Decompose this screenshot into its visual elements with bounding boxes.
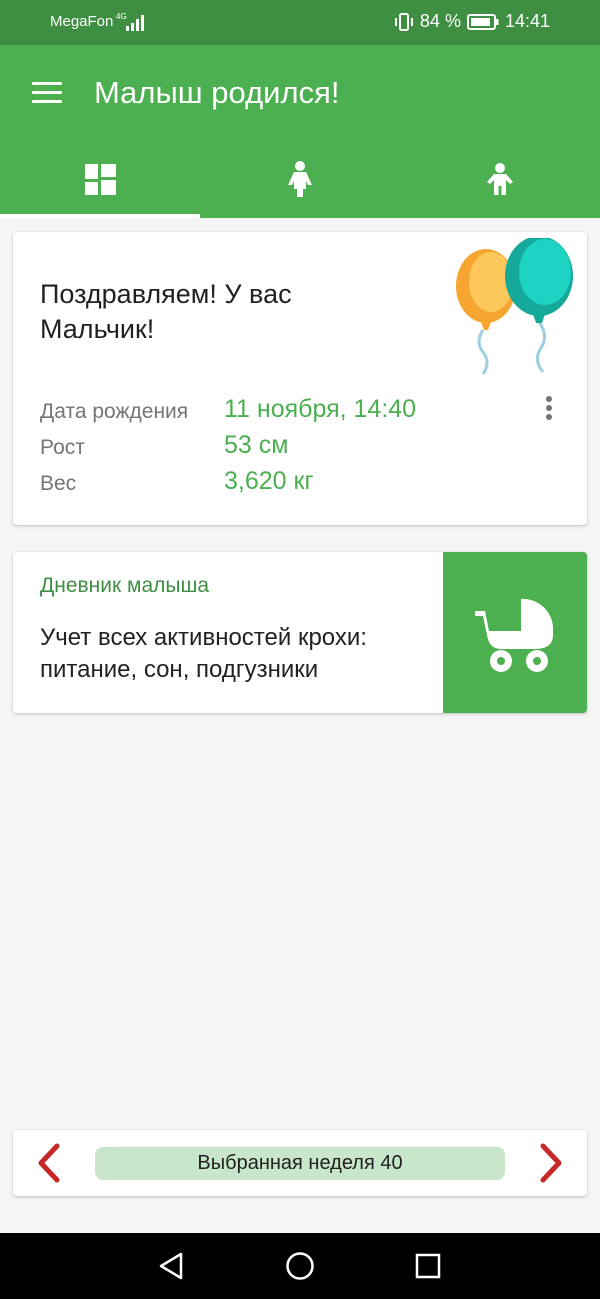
- birth-info-card: Поздравляем! У вас Мальчик! Дата рождени…: [13, 232, 587, 525]
- page-title: Малыш родился!: [94, 75, 340, 110]
- balloons-icon: [456, 238, 573, 375]
- congrats-heading: Поздравляем! У вас Мальчик!: [40, 279, 292, 344]
- diary-description: Учет всех активностей крохи: питание, со…: [40, 624, 367, 683]
- tab-bar: [0, 140, 600, 218]
- selected-week-label[interactable]: Выбранная неделя 40: [95, 1147, 505, 1180]
- week-selector: Выбранная неделя 40: [13, 1130, 587, 1196]
- birth-date-value: 11 ноября, 14:40: [224, 395, 417, 423]
- stroller-icon: [475, 598, 554, 672]
- app-bar: Малыш родился!: [0, 45, 600, 218]
- home-icon[interactable]: [285, 1251, 315, 1281]
- tab-child[interactable]: [400, 140, 600, 218]
- dashboard-icon: [84, 163, 116, 195]
- tab-dashboard[interactable]: [0, 140, 200, 218]
- signal-icon: 4G: [116, 12, 144, 31]
- birth-date-label: Дата рождения: [40, 400, 189, 423]
- battery-percent: 84 %: [419, 11, 461, 31]
- status-bar: MegaFon 4G 84 % 14:41: [0, 0, 600, 45]
- network-type: 4G: [116, 12, 127, 21]
- back-icon[interactable]: [157, 1251, 185, 1281]
- height-label: Рост: [40, 436, 85, 459]
- clock: 14:41: [504, 11, 550, 31]
- carrier-name: MegaFon: [50, 13, 114, 30]
- child-icon: [487, 163, 513, 195]
- menu-icon: [32, 82, 62, 85]
- chevron-right-icon[interactable]: [537, 1143, 567, 1183]
- diary-title: Дневник малыша: [40, 574, 209, 597]
- weight-value: 3,620 кг: [224, 467, 314, 495]
- battery-icon: [466, 13, 499, 30]
- more-options-button[interactable]: [539, 394, 559, 422]
- more-vert-icon: [546, 396, 552, 402]
- diary-icon-panel: [443, 552, 587, 713]
- weight-label: Вес: [40, 472, 77, 495]
- height-value: 53 см: [224, 431, 289, 459]
- tab-mother[interactable]: [200, 140, 400, 218]
- recents-icon[interactable]: [414, 1251, 442, 1281]
- vibrate-icon: [394, 12, 413, 31]
- mother-icon: [288, 161, 312, 197]
- baby-diary-card[interactable]: Дневник малыша Учет всех активностей кро…: [13, 552, 587, 713]
- system-nav-bar: [0, 1233, 600, 1299]
- chevron-left-icon[interactable]: [33, 1143, 63, 1183]
- menu-button[interactable]: [32, 82, 62, 104]
